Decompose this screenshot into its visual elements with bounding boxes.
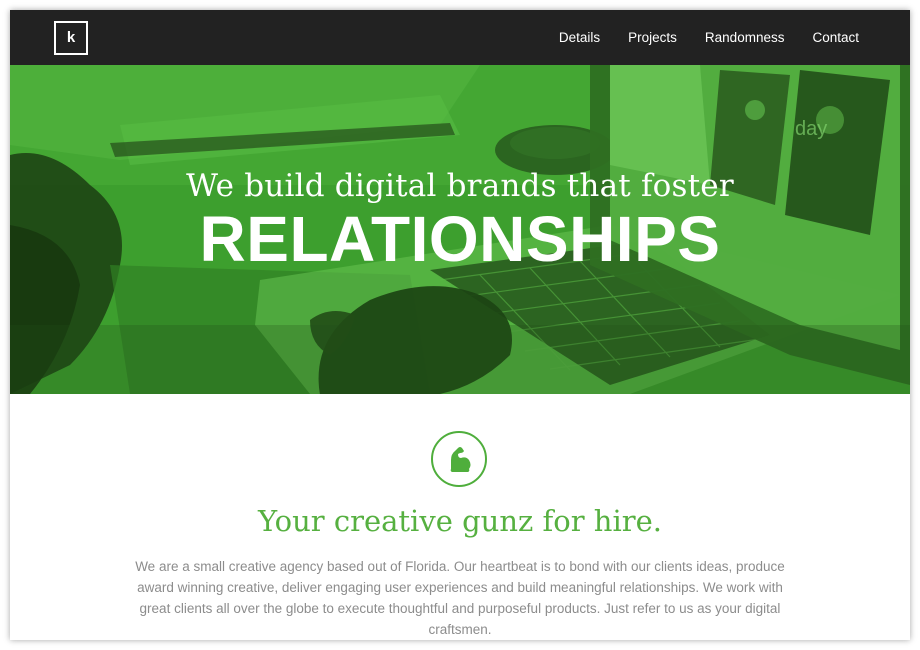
hero-subtitle: We build digital brands that foster: [186, 168, 734, 204]
section-description: We are a small creative agency based out…: [135, 559, 785, 637]
nav-link-projects[interactable]: Projects: [628, 30, 677, 45]
top-navbar: k Details Projects Randomness Contact: [10, 10, 910, 65]
hero-title: RELATIONSHIPS: [199, 203, 721, 275]
brand-logo[interactable]: k: [54, 21, 88, 55]
nav-link-randomness[interactable]: Randomness: [705, 30, 785, 45]
flexed-bicep-badge: [431, 431, 487, 487]
browser-viewport: k Details Projects Randomness Contact da…: [10, 10, 910, 640]
nav-link-contact[interactable]: Contact: [812, 30, 859, 45]
main-nav: Details Projects Randomness Contact: [559, 10, 859, 65]
nav-link-details[interactable]: Details: [559, 30, 600, 45]
flexed-bicep-icon: [450, 447, 471, 472]
section-heading: Your creative gunz for hire.: [258, 504, 662, 538]
hero-banner: day We build digital brands that foster …: [10, 65, 910, 394]
intro-section: Your creative gunz for hire. We are a sm…: [10, 394, 910, 640]
